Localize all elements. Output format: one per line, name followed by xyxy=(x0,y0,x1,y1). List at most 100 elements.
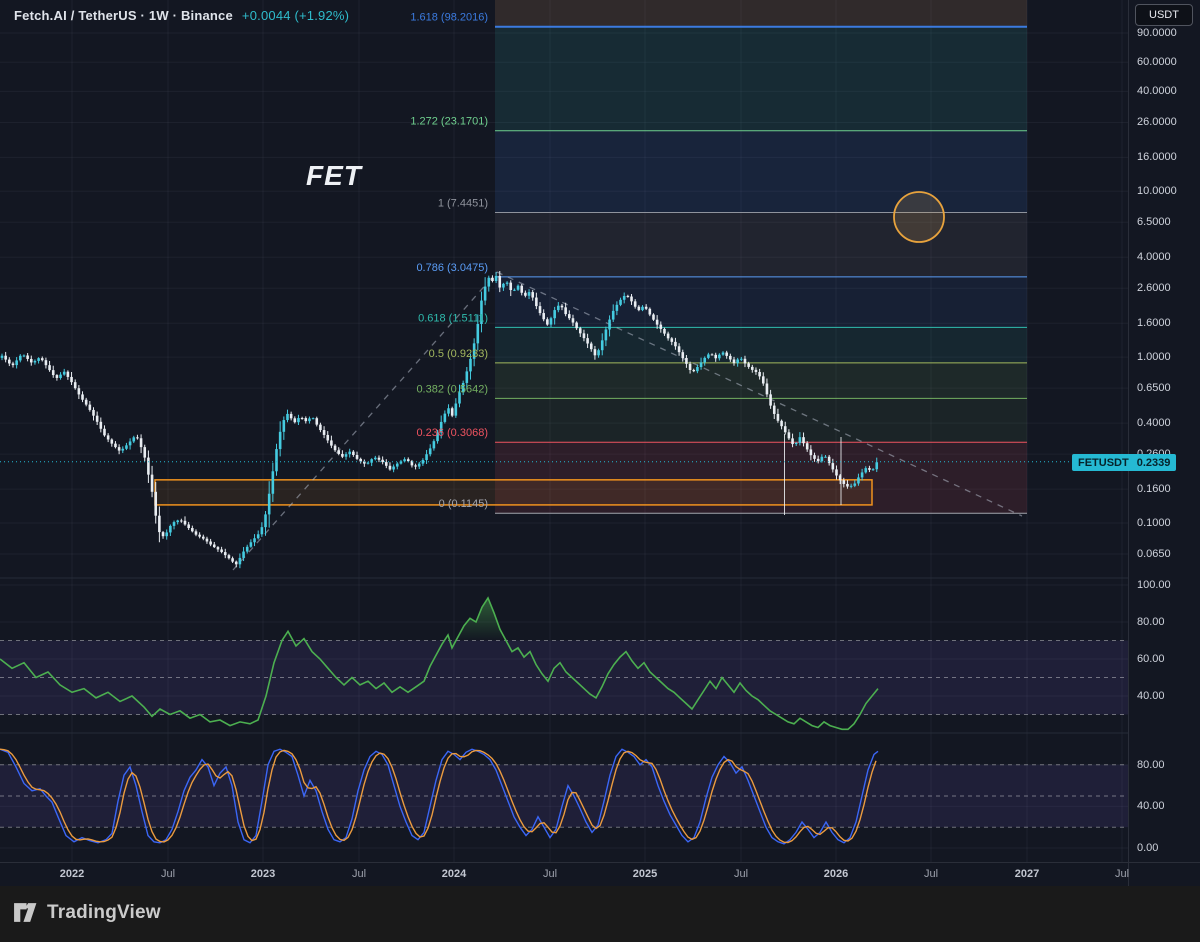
candle-body xyxy=(769,394,772,406)
candle-body xyxy=(223,552,227,556)
candle-body xyxy=(513,289,516,291)
symbol-legend: Fetch.AI / TetherUS · 1W · Binance +0.004… xyxy=(14,8,349,23)
time-axis-label: Jul xyxy=(160,868,176,880)
candle-body xyxy=(414,465,417,467)
candle-body xyxy=(8,359,11,364)
candle-body xyxy=(308,418,311,422)
price-axis-label: 0.6500 xyxy=(1137,382,1171,395)
candle-body xyxy=(718,354,721,359)
candle-body xyxy=(498,275,502,288)
time-axis-label: 2025 xyxy=(632,868,658,880)
candle-body xyxy=(37,358,40,361)
candle-body xyxy=(406,459,410,462)
candle-body xyxy=(604,329,608,341)
chart-region[interactable]: 1.618 (98.2016) 1.272 (23.1701) 1 (7.4451)… xyxy=(0,0,1200,886)
rsi-axis-label: 40.00 xyxy=(1137,690,1165,702)
candle-body xyxy=(491,277,494,282)
candle-body xyxy=(158,515,161,533)
range-box-drawing[interactable] xyxy=(154,479,873,506)
candle-body xyxy=(586,338,589,344)
candle-body xyxy=(794,442,798,445)
time-axis-label: Jul xyxy=(923,868,939,880)
candle-body xyxy=(77,388,81,395)
tradingview-logo[interactable]: TradingView xyxy=(12,899,161,926)
candle-body xyxy=(465,371,469,383)
candle-body xyxy=(267,493,271,515)
candle-body xyxy=(871,469,875,471)
candle-body xyxy=(622,295,626,300)
candle-body xyxy=(699,362,703,368)
candle-body xyxy=(696,367,699,372)
rsi-axis-label: 100.00 xyxy=(1137,579,1171,591)
svg-text:0.382 (0.5642): 0.382 (0.5642) xyxy=(416,383,488,395)
candle-body xyxy=(114,443,117,448)
candle-body xyxy=(447,408,450,414)
candle-body xyxy=(19,355,22,361)
candle-body xyxy=(289,413,293,419)
candle-body xyxy=(685,357,688,364)
bottom-bar: TradingView xyxy=(0,886,1200,942)
candle-body xyxy=(575,322,578,329)
candle-body xyxy=(509,282,513,291)
candle-body xyxy=(805,443,809,450)
candle-body xyxy=(483,286,487,301)
candle-body xyxy=(849,485,853,487)
price-axis-label: 10.0000 xyxy=(1137,185,1177,198)
svg-text:0 (0.1145): 0 (0.1145) xyxy=(439,498,488,510)
candle-body xyxy=(772,405,776,414)
candle-body xyxy=(194,531,198,535)
candle-body xyxy=(813,455,816,459)
candle-body xyxy=(147,457,150,475)
candle-body xyxy=(330,440,333,446)
candle-body xyxy=(249,542,253,547)
candle-body xyxy=(333,445,337,451)
candle-body xyxy=(344,454,348,457)
candle-body xyxy=(729,355,732,360)
candle-body xyxy=(655,319,659,325)
candle-body xyxy=(608,319,611,330)
candle-body xyxy=(209,541,212,545)
candle-body xyxy=(476,323,480,344)
fet-text-annotation: FET xyxy=(306,160,362,191)
circle-drawing[interactable] xyxy=(893,191,945,243)
candle-body xyxy=(286,413,289,421)
candle-body xyxy=(648,308,652,315)
candle-body xyxy=(70,376,73,383)
candle-body xyxy=(630,296,633,302)
candle-body xyxy=(868,468,871,470)
candle-body xyxy=(256,534,260,539)
currency-toggle-button[interactable]: USDT xyxy=(1135,4,1193,26)
time-axis[interactable]: 2022 Jul 2023 Jul 2024 Jul 2025 Jul 2026 Jul 2027 J… xyxy=(0,862,1200,887)
symbol-title[interactable]: Fetch.AI / TetherUS · 1W · Binance xyxy=(14,8,233,23)
candle-body xyxy=(26,355,29,359)
candle-body xyxy=(227,555,231,559)
candle-body xyxy=(516,285,520,290)
candle-body xyxy=(677,346,681,353)
candle-body xyxy=(154,491,158,516)
candle-body xyxy=(51,370,55,376)
candle-body xyxy=(846,483,849,487)
candle-body xyxy=(783,426,787,433)
badge-price: 0.2339 xyxy=(1136,456,1171,469)
candle-body xyxy=(275,449,278,472)
candle-body xyxy=(161,532,165,537)
candle-body xyxy=(128,441,132,446)
candle-body xyxy=(469,358,472,372)
candle-body xyxy=(816,458,820,462)
candle-body xyxy=(820,456,824,462)
candle-body xyxy=(707,354,710,358)
candle-body xyxy=(403,459,406,462)
chart-canvas[interactable]: 1.618 (98.2016) 1.272 (23.1701) 1 (7.4451)… xyxy=(0,0,1128,862)
time-axis-label: 2023 xyxy=(250,868,276,880)
candle-body xyxy=(33,360,37,363)
price-axis[interactable]: USDT 90.0000 60.0000 40.0000 26.0000 16.0000… xyxy=(1128,0,1200,886)
price-axis-label: 0.0650 xyxy=(1137,548,1171,560)
candle-body xyxy=(703,357,707,363)
svg-text:1.618 (98.2016): 1.618 (98.2016) xyxy=(410,12,488,24)
candle-body xyxy=(231,558,234,562)
candle-body xyxy=(568,314,571,319)
candle-body xyxy=(205,538,209,542)
candle-body xyxy=(842,480,846,484)
candle-body xyxy=(791,438,794,445)
candle-body xyxy=(798,437,802,443)
